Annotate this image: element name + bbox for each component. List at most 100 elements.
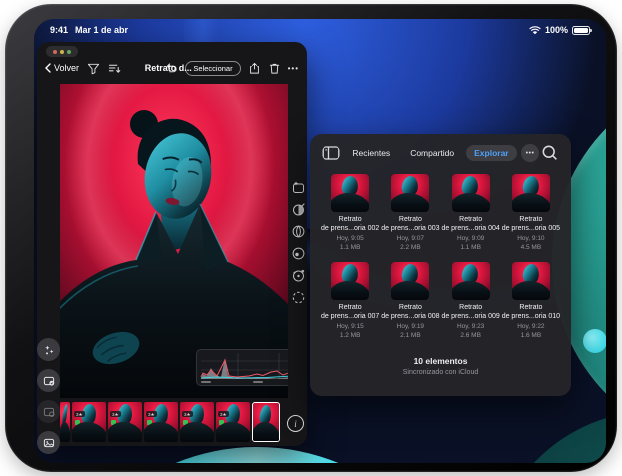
file-name-2: de prens...oria 002 <box>321 225 379 234</box>
window-dot-yellow <box>60 50 64 54</box>
file-item[interactable]: Retratode prens...oria 003 Hoy, 9:07 2.2… <box>380 174 440 252</box>
file-size: 4.5 MB <box>521 244 542 252</box>
file-name: Retrato <box>441 216 499 225</box>
file-size: 1.1 MB <box>340 244 361 252</box>
file-date: Hoy, 9:07 <box>397 235 424 243</box>
file-size: 1.6 MB <box>521 332 542 340</box>
file-item[interactable]: Retratode prens...oria 007 Hoy, 9:15 1.2… <box>320 262 380 340</box>
wallpaper-cyan-circle <box>42 447 472 463</box>
editor-toolbar: Volver Retrato d... Seleccionar ••• <box>37 56 307 80</box>
share-icon[interactable] <box>248 62 261 75</box>
back-label: Volver <box>54 63 79 73</box>
status-bar: 9:41 Mar 1 de abr 100% <box>34 19 606 41</box>
file-item[interactable]: Retratode prens...oria 009 Hoy, 9:23 2.6… <box>441 262 501 340</box>
file-size: 2.6 MB <box>460 332 481 340</box>
photo-browser-button[interactable] <box>37 431 60 454</box>
item-count: 10 elementos <box>310 356 571 366</box>
wifi-icon <box>529 26 541 35</box>
select-button[interactable]: Seleccionar <box>185 61 240 76</box>
edited-badge <box>147 420 152 425</box>
file-date: Hoy, 9:23 <box>457 323 484 331</box>
dashed-circle-icon[interactable] <box>291 290 306 305</box>
file-thumbnail <box>391 174 429 212</box>
filter-funnel-icon[interactable] <box>87 62 100 75</box>
window-dot-red <box>53 50 57 54</box>
info-button[interactable]: i <box>287 415 304 432</box>
filmstrip-thumb[interactable]: 3★ <box>180 402 214 442</box>
photo-badge-icon <box>43 406 55 418</box>
sidebar-toggle-icon[interactable] <box>322 144 340 162</box>
file-date: Hoy, 9:10 <box>517 235 544 243</box>
edited-badge <box>183 420 188 425</box>
wallpaper-dark-teal-circle <box>489 411 606 463</box>
more-button[interactable]: ••• <box>521 144 539 162</box>
filmstrip-thumb[interactable]: 3★ <box>72 402 106 442</box>
compare-button[interactable] <box>37 400 60 423</box>
trash-icon[interactable] <box>268 62 281 75</box>
files-tabs: Recientes Compartido Explorar <box>344 145 516 161</box>
file-name-2: de prens...oria 007 <box>321 313 379 322</box>
tab-compartido[interactable]: Compartido <box>402 145 462 161</box>
files-grid: Retratode prens...oria 002 Hoy, 9:05 1.1… <box>320 174 561 340</box>
file-name-2: de prens...oria 009 <box>441 313 499 322</box>
file-item[interactable]: Retratode prens...oria 002 Hoy, 9:05 1.1… <box>320 174 380 252</box>
file-date: Hoy, 9:19 <box>397 323 424 331</box>
file-name-2: de prens...oria 003 <box>381 225 439 234</box>
enhance-wand-icon[interactable] <box>291 180 306 195</box>
file-name: Retrato <box>502 304 560 313</box>
battery-percent: 100% <box>545 25 568 35</box>
white-balance-icon[interactable] <box>291 246 306 261</box>
preset-badge-button[interactable] <box>37 369 60 392</box>
files-footer: 10 elementos Sincronizado con iCloud <box>310 356 571 376</box>
sparkles-icon <box>43 344 55 356</box>
filters-icon[interactable] <box>291 202 306 217</box>
file-name: Retrato <box>441 304 499 313</box>
file-date: Hoy, 9:15 <box>336 323 363 331</box>
info-icon: i <box>294 419 297 429</box>
file-thumbnail <box>512 174 550 212</box>
editor-more-button[interactable]: ••• <box>288 64 299 73</box>
ellipsis-icon: ••• <box>526 150 535 157</box>
back-button[interactable]: Volver <box>45 63 79 73</box>
file-name: Retrato <box>381 216 439 225</box>
file-size: 1.2 MB <box>340 332 361 340</box>
filmstrip-thumb[interactable]: 3★ <box>108 402 142 442</box>
file-thumbnail <box>512 262 550 300</box>
file-name-2: de prens...oria 010 <box>502 313 560 322</box>
files-toolbar: Recientes Compartido Explorar ••• <box>310 141 571 165</box>
file-date: Hoy, 9:22 <box>517 323 544 331</box>
file-item[interactable]: Retratode prens...oria 004 Hoy, 9:09 1.1… <box>441 174 501 252</box>
file-date: Hoy, 9:09 <box>457 235 484 243</box>
file-name-2: de prens...oria 005 <box>502 225 560 234</box>
search-icon[interactable] <box>541 144 559 162</box>
editing-tools-column <box>291 180 307 305</box>
file-item[interactable]: Retratode prens...oria 008 Hoy, 9:19 2.1… <box>380 262 440 340</box>
battery-icon <box>572 26 590 35</box>
edited-badge <box>219 420 224 425</box>
aperture-icon[interactable] <box>291 224 306 239</box>
file-item[interactable]: Retratode prens...oria 010 Hoy, 9:22 1.6… <box>501 262 561 340</box>
status-time: 9:41 <box>50 25 68 35</box>
auto-enhance-button[interactable] <box>37 338 60 361</box>
photo-canvas[interactable] <box>60 84 288 398</box>
filmstrip-thumb[interactable] <box>60 402 70 442</box>
file-thumbnail <box>331 174 369 212</box>
tab-recientes[interactable]: Recientes <box>344 145 398 161</box>
sort-icon[interactable] <box>108 62 121 75</box>
tab-explorar[interactable]: Explorar <box>466 145 517 161</box>
editor-side-buttons <box>37 338 60 454</box>
rating-badge: 3★ <box>218 411 229 417</box>
filmstrip-thumb[interactable]: 3★ <box>216 402 250 442</box>
file-item[interactable]: Retratode prens...oria 005 Hoy, 9:10 4.5… <box>501 174 561 252</box>
file-thumbnail <box>391 262 429 300</box>
files-browser-window: Recientes Compartido Explorar ••• Retrat… <box>310 134 571 396</box>
ipad-screen: 9:41 Mar 1 de abr 100% <box>34 19 606 463</box>
histogram-panel <box>196 349 288 386</box>
rating-badge: 3★ <box>182 411 193 417</box>
color-wheel-icon[interactable] <box>291 268 306 283</box>
filmstrip-thumb[interactable]: 3★ <box>144 402 178 442</box>
status-date: Mar 1 de abr <box>75 25 128 35</box>
window-dot-green <box>67 50 71 54</box>
filmstrip-thumb-selected[interactable] <box>252 402 280 442</box>
file-name-2: de prens...oria 008 <box>381 313 439 322</box>
